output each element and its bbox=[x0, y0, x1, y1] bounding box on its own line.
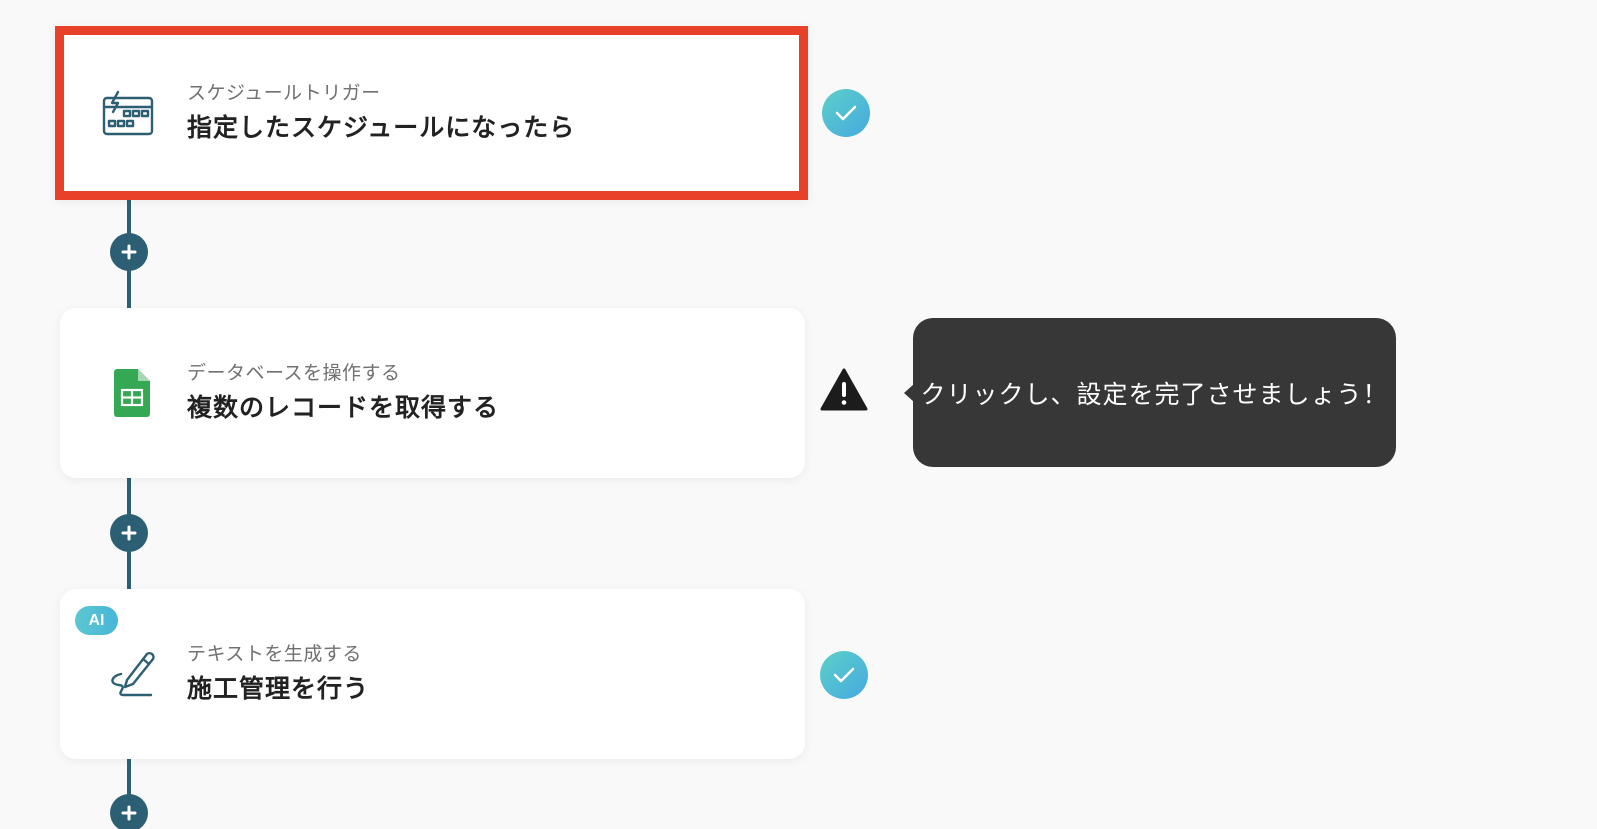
step-title: 施工管理を行う bbox=[187, 674, 370, 703]
flow-canvas: スケジュールトリガー 指定したスケジュールになったら データベースを操作する 複… bbox=[0, 0, 1597, 829]
add-step-button[interactable] bbox=[110, 514, 148, 552]
pen-icon bbox=[104, 646, 160, 702]
step-subtitle: テキストを生成する bbox=[187, 643, 362, 665]
step-title: 複数のレコードを取得する bbox=[187, 393, 500, 422]
add-step-button[interactable] bbox=[110, 794, 148, 829]
setup-hint-tooltip: クリックし、設定を完了させましょう！ bbox=[904, 318, 1396, 467]
tooltip-text: クリックし、設定を完了させましょう！ bbox=[920, 379, 1389, 409]
google-sheets-icon bbox=[104, 365, 160, 421]
ai-badge: AI bbox=[75, 606, 118, 635]
step-card-schedule-trigger[interactable]: スケジュールトリガー 指定したスケジュールになったら bbox=[55, 26, 808, 200]
step-card-ai-text[interactable]: AI テキストを生成する 施工管理を行う bbox=[60, 589, 805, 759]
complete-check-icon bbox=[820, 651, 868, 699]
step-card-database[interactable]: データベースを操作する 複数のレコードを取得する bbox=[60, 308, 805, 478]
step-title: 指定したスケジュールになったら bbox=[187, 113, 576, 142]
add-step-button[interactable] bbox=[110, 233, 148, 271]
step-subtitle: スケジュールトリガー bbox=[187, 82, 381, 104]
plus-icon bbox=[121, 244, 137, 260]
plus-icon bbox=[121, 805, 137, 821]
plus-icon bbox=[121, 525, 137, 541]
schedule-trigger-icon bbox=[100, 85, 156, 141]
warning-icon bbox=[820, 366, 868, 414]
step-subtitle: データベースを操作する bbox=[187, 362, 401, 384]
complete-check-icon bbox=[822, 89, 870, 137]
